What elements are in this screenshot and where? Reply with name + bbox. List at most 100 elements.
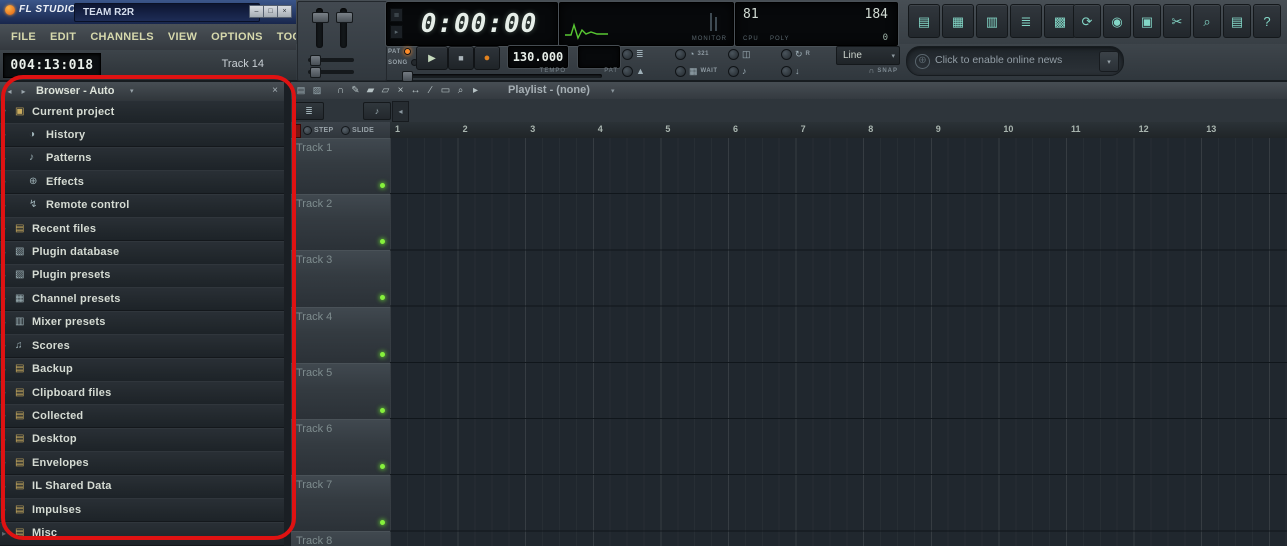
- track-enable-led[interactable]: [380, 520, 385, 526]
- pattern-selector-display[interactable]: [578, 46, 620, 68]
- track-header-2[interactable]: Track 2: [291, 194, 390, 252]
- browser-item-history[interactable]: ▸ ◑ History: [0, 123, 284, 148]
- help-button[interactable]: ?: [1253, 4, 1281, 38]
- browser-forward-button[interactable]: ▸: [17, 85, 30, 97]
- playlist-window-button[interactable]: ▤: [908, 4, 940, 38]
- sync-button[interactable]: ⟳: [1073, 4, 1101, 38]
- record-button[interactable]: ●: [474, 46, 500, 70]
- delete-tool-button[interactable]: ▱: [378, 83, 393, 97]
- browser-back-button[interactable]: ◂: [3, 85, 16, 97]
- countdown-toggle[interactable]: ◔ 321: [675, 47, 709, 61]
- mixer-window-button[interactable]: ▥: [976, 4, 1008, 38]
- note-glide-toggle[interactable]: ♪: [728, 64, 747, 78]
- collapse-icon[interactable]: ▾: [2, 107, 6, 116]
- notepad-button[interactable]: ▤: [1223, 4, 1251, 38]
- browser-item-collected[interactable]: ▸ ▤ Collected: [0, 404, 284, 429]
- play-button[interactable]: ▶: [416, 46, 448, 70]
- playlist-header[interactable]: ▤ ▨ ∩ ✎ ▰ ▱ × ↔ ∕ ▭ ⌕ ▸ Playlist - (none) ▾: [291, 82, 1287, 100]
- expand-icon[interactable]: ▸: [2, 271, 6, 280]
- stop-button[interactable]: ■: [448, 46, 474, 70]
- slip-tool-button[interactable]: ↔: [408, 83, 423, 97]
- expand-icon[interactable]: ▸: [2, 435, 6, 444]
- time-mode-button[interactable]: ▸: [390, 25, 403, 39]
- render-button[interactable]: ◉: [1103, 4, 1131, 38]
- track-header-7[interactable]: Track 7: [291, 475, 390, 533]
- mute-tool-button[interactable]: ×: [393, 83, 408, 97]
- chevron-down-icon[interactable]: ▾: [611, 87, 615, 95]
- pattern-color-swatch[interactable]: [292, 124, 301, 138]
- expand-icon[interactable]: ▸: [2, 248, 6, 257]
- song-position-slider[interactable]: [402, 71, 602, 82]
- paint-tool-button[interactable]: ▰: [363, 83, 378, 97]
- swing-slider-handle[interactable]: [310, 67, 321, 78]
- expand-icon[interactable]: ▸: [2, 177, 6, 186]
- track-header-8[interactable]: Track 8: [291, 531, 390, 546]
- punch-record-toggle[interactable]: ↓: [781, 64, 800, 78]
- browser-item-desktop[interactable]: ▸ ▤ Desktop: [0, 427, 284, 452]
- browser-item-mixer-presets[interactable]: ▸ ▥ Mixer presets: [0, 310, 284, 335]
- master-volume-slider[interactable]: [312, 8, 329, 48]
- track-enable-led[interactable]: [380, 239, 385, 245]
- track-header-3[interactable]: Track 3: [291, 250, 390, 308]
- track-header-4[interactable]: Track 4: [291, 306, 390, 364]
- browser-item-current-project[interactable]: ▾ ▣ Current project: [0, 100, 284, 124]
- browser-item-backup[interactable]: ▸ ▤ Backup: [0, 357, 284, 382]
- cut-button[interactable]: ✂: [1163, 4, 1191, 38]
- zoom-tool-button[interactable]: ⌕: [1193, 4, 1221, 38]
- piano-roll-button[interactable]: ▩: [1044, 4, 1076, 38]
- position-slider-handle[interactable]: [402, 71, 413, 82]
- browser-item-misc[interactable]: ▸ ▤ Misc: [0, 521, 284, 546]
- blend-recording-toggle[interactable]: ◫: [728, 47, 751, 61]
- scroll-left-button[interactable]: ◂: [392, 101, 409, 122]
- chevron-down-icon[interactable]: ▾: [130, 87, 134, 95]
- zoom-tool-button[interactable]: ⌕: [453, 83, 468, 97]
- audio-track-button[interactable]: ♪: [363, 102, 391, 120]
- minimize-button[interactable]: –: [249, 5, 264, 18]
- select-tool-button[interactable]: ▭: [438, 83, 453, 97]
- track-header-1[interactable]: Track 1: [291, 138, 390, 196]
- wait-for-input-toggle[interactable]: ▦ WAIT: [675, 64, 718, 78]
- browser-item-impulses[interactable]: ▸ ▤ Impulses: [0, 498, 284, 523]
- browser-item-channel-presets[interactable]: ▸ ▦ Channel presets: [0, 287, 284, 312]
- browser-header[interactable]: ◂ ▸ Browser - Auto ▾ ×: [0, 82, 284, 101]
- shuffle-slider[interactable]: [308, 55, 354, 66]
- track-enable-led[interactable]: [380, 295, 385, 301]
- expand-icon[interactable]: ▸: [2, 224, 6, 233]
- pitch-slider-handle[interactable]: [336, 12, 353, 23]
- volume-slider-handle[interactable]: [312, 12, 329, 23]
- browser-item-effects[interactable]: ▸ ⊕ Effects: [0, 170, 284, 195]
- tempo-display[interactable]: 130.000: [508, 46, 568, 68]
- expand-icon[interactable]: ▸: [2, 529, 6, 538]
- expand-icon[interactable]: ▸: [2, 154, 6, 163]
- browser-item-patterns[interactable]: ▸ ♪ Patterns: [0, 146, 284, 171]
- time-display[interactable]: 0:00:00: [405, 3, 553, 45]
- expand-icon[interactable]: ▸: [2, 341, 6, 350]
- save-button[interactable]: ▣: [1133, 4, 1161, 38]
- swing-slider[interactable]: [308, 67, 354, 78]
- expand-icon[interactable]: ▸: [2, 505, 6, 514]
- menu-file[interactable]: FILE: [4, 31, 43, 43]
- online-news-bar[interactable]: ⊕ Click to enable online news ▾: [906, 46, 1124, 76]
- browser-item-il-shared-data[interactable]: ▸ ▤ IL Shared Data: [0, 474, 284, 499]
- step-mode-radio[interactable]: STEP: [303, 126, 333, 135]
- browser-item-recent-files[interactable]: ▸ ▤ Recent files: [0, 217, 284, 242]
- browser-item-scores[interactable]: ▸ ♫ Scores: [0, 334, 284, 359]
- master-pitch-slider[interactable]: [336, 8, 353, 48]
- playlist-grid[interactable]: [390, 138, 1287, 546]
- expand-icon[interactable]: ▸: [2, 130, 6, 139]
- snap-selector[interactable]: Line ▾: [836, 46, 900, 65]
- playlist-menu-button[interactable]: ▤: [294, 84, 308, 97]
- browser-item-envelopes[interactable]: ▸ ▤ Envelopes: [0, 451, 284, 476]
- shuffle-slider-handle[interactable]: [310, 55, 321, 66]
- pattern-picker-button[interactable]: ≣: [294, 102, 324, 120]
- step-edit-toggle[interactable]: ≣: [622, 47, 644, 61]
- maximize-button[interactable]: □: [263, 5, 278, 18]
- expand-icon[interactable]: ▸: [2, 458, 6, 467]
- slice-tool-button[interactable]: ∕: [423, 83, 438, 97]
- track-header-6[interactable]: Track 6: [291, 419, 390, 477]
- pat-mode-toggle[interactable]: PAT: [388, 48, 411, 55]
- song-mode-toggle[interactable]: SONG: [388, 59, 418, 66]
- titlebar[interactable]: FL STUDIO TEAM R2R – □ ×: [0, 0, 296, 25]
- expand-icon[interactable]: ▸: [2, 318, 6, 327]
- time-panel-menu-button[interactable]: ≣: [390, 8, 403, 22]
